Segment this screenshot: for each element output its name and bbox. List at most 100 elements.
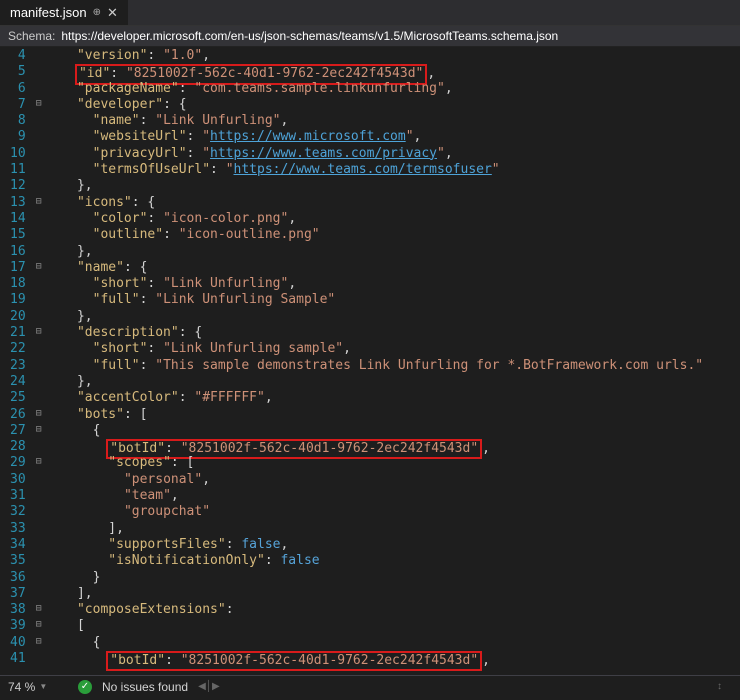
fold-marker[interactable]: ⊟	[32, 324, 46, 340]
line-number: 8	[10, 113, 26, 129]
zoom-level[interactable]: 74 % ▼	[8, 680, 68, 694]
fold-marker[interactable]: ⊟	[32, 422, 46, 438]
code-line[interactable]: },	[46, 309, 740, 325]
line-number: 6	[10, 81, 26, 97]
code-line[interactable]: ],	[46, 586, 740, 602]
code-line[interactable]: "termsOfUseUrl": "https://www.teams.com/…	[46, 162, 740, 178]
code-line[interactable]: "groupchat"	[46, 504, 740, 520]
fold-marker	[32, 275, 46, 291]
code-line[interactable]: "composeExtensions":	[46, 602, 740, 618]
code-line[interactable]: "bots": [	[46, 407, 740, 423]
line-number: 16	[10, 244, 26, 260]
code-line[interactable]: "short": "Link Unfurling",	[46, 276, 740, 292]
line-number: 24	[10, 374, 26, 390]
fold-marker	[32, 243, 46, 259]
fold-marker	[32, 63, 46, 79]
code-line[interactable]: },	[46, 374, 740, 390]
code-line[interactable]: "short": "Link Unfurling sample",	[46, 341, 740, 357]
line-number: 31	[10, 488, 26, 504]
fold-marker	[32, 177, 46, 193]
close-icon[interactable]: ✕	[107, 5, 118, 21]
code-line[interactable]: "name": {	[46, 260, 740, 276]
line-number: 34	[10, 537, 26, 553]
code-line[interactable]: "full": "This sample demonstrates Link U…	[46, 358, 740, 374]
fold-marker	[32, 308, 46, 324]
fold-marker	[32, 438, 46, 454]
nav-arrows[interactable]: ↕	[717, 681, 722, 692]
fold-marker[interactable]: ⊟	[32, 617, 46, 633]
fold-marker	[32, 357, 46, 373]
fold-marker[interactable]: ⊟	[32, 194, 46, 210]
fold-marker[interactable]: ⊟	[32, 406, 46, 422]
line-number: 41	[10, 651, 26, 667]
code-line[interactable]: "id": "8251002f-562c-40d1-9762-2ec242f45…	[46, 64, 740, 80]
code-line[interactable]: "botId": "8251002f-562c-40d1-9762-2ec242…	[46, 651, 740, 667]
code-line[interactable]: {	[46, 423, 740, 439]
fold-marker	[32, 552, 46, 568]
code-line[interactable]: "color": "icon-color.png",	[46, 211, 740, 227]
code-line[interactable]: }	[46, 570, 740, 586]
code-line[interactable]: "name": "Link Unfurling",	[46, 113, 740, 129]
code-line[interactable]: "packageName": "com.teams.sample.linkunf…	[46, 81, 740, 97]
code-line[interactable]: {	[46, 635, 740, 651]
line-number: 14	[10, 211, 26, 227]
code-line[interactable]: },	[46, 178, 740, 194]
line-number: 35	[10, 553, 26, 569]
code-line[interactable]: "icons": {	[46, 195, 740, 211]
fold-marker[interactable]: ⊟	[32, 454, 46, 470]
schema-url[interactable]: https://developer.microsoft.com/en-us/js…	[61, 29, 558, 43]
line-number: 17	[10, 260, 26, 276]
line-number: 9	[10, 129, 26, 145]
code-line[interactable]: "version": "1.0",	[46, 48, 740, 64]
fold-marker[interactable]: ⊟	[32, 96, 46, 112]
code-line[interactable]: "botId": "8251002f-562c-40d1-9762-2ec242…	[46, 439, 740, 455]
line-number: 18	[10, 276, 26, 292]
line-number: 20	[10, 309, 26, 325]
fold-marker[interactable]: ⊟	[32, 259, 46, 275]
fold-marker[interactable]: ⊟	[32, 634, 46, 650]
code-editor[interactable]: 4567891011121314151617181920212223242526…	[0, 47, 740, 675]
line-number: 33	[10, 521, 26, 537]
code-line[interactable]: "outline": "icon-outline.png"	[46, 227, 740, 243]
schema-bar: Schema: https://developer.microsoft.com/…	[0, 26, 740, 47]
chevron-down-icon[interactable]: ▼	[39, 682, 47, 691]
line-number: 23	[10, 358, 26, 374]
code-line[interactable]: ],	[46, 521, 740, 537]
code-line[interactable]: "full": "Link Unfurling Sample"	[46, 292, 740, 308]
tab-manifest-json[interactable]: manifest.json ⊕ ✕	[0, 0, 128, 25]
fold-marker	[32, 210, 46, 226]
line-number: 40	[10, 635, 26, 651]
code-line[interactable]: [	[46, 618, 740, 634]
pin-icon[interactable]: ⊕	[93, 7, 101, 18]
code-line[interactable]: "privacyUrl": "https://www.teams.com/pri…	[46, 146, 740, 162]
code-line[interactable]: "supportsFiles": false,	[46, 537, 740, 553]
issues-text: No issues found	[102, 680, 188, 694]
code-line[interactable]: "description": {	[46, 325, 740, 341]
line-number: 13	[10, 195, 26, 211]
fold-marker	[32, 145, 46, 161]
line-number: 15	[10, 227, 26, 243]
line-number: 19	[10, 292, 26, 308]
fold-marker	[32, 226, 46, 242]
splitter-icon[interactable]: ◀│▶	[198, 681, 220, 692]
fold-marker	[32, 585, 46, 601]
line-number: 36	[10, 570, 26, 586]
line-number: 39	[10, 618, 26, 634]
fold-marker	[32, 80, 46, 96]
code-line[interactable]: "developer": {	[46, 97, 740, 113]
code-line[interactable]: "personal",	[46, 472, 740, 488]
code-area[interactable]: "version": "1.0", "id": "8251002f-562c-4…	[46, 47, 740, 675]
line-number: 38	[10, 602, 26, 618]
line-number: 25	[10, 390, 26, 406]
code-line[interactable]: "team",	[46, 488, 740, 504]
fold-marker[interactable]: ⊟	[32, 601, 46, 617]
code-line[interactable]: },	[46, 244, 740, 260]
code-line[interactable]: "isNotificationOnly": false	[46, 553, 740, 569]
line-number: 11	[10, 162, 26, 178]
fold-marker	[32, 471, 46, 487]
fold-marker	[32, 128, 46, 144]
code-line[interactable]: "accentColor": "#FFFFFF",	[46, 390, 740, 406]
line-number: 12	[10, 178, 26, 194]
line-number: 29	[10, 455, 26, 471]
code-line[interactable]: "websiteUrl": "https://www.microsoft.com…	[46, 129, 740, 145]
